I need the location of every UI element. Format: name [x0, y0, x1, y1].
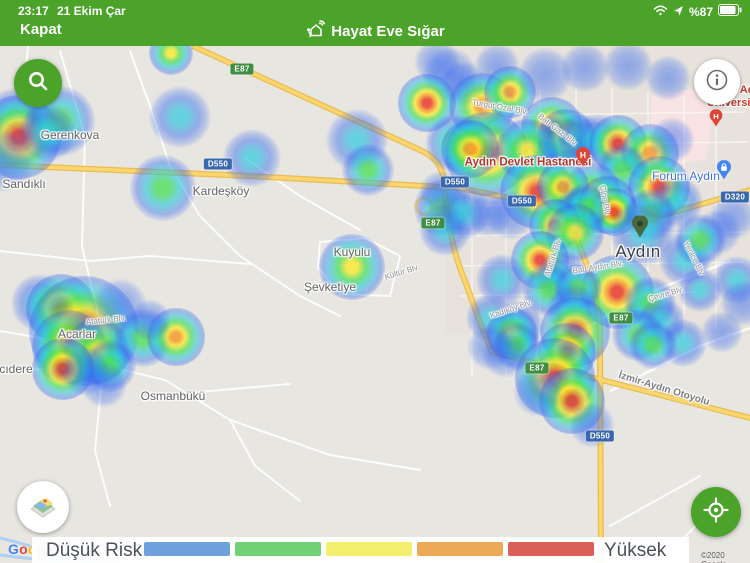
status-time: 23:17 [18, 4, 49, 18]
location-arrow-icon [673, 3, 684, 21]
map-layers-icon [27, 491, 59, 524]
legend-segment [326, 542, 412, 556]
battery-icon [718, 3, 742, 21]
app-screen: GerenkovaSandıklıKardeşköyKuyuluŞevketiy… [0, 0, 750, 563]
map-copyright: ©2020 Google [701, 551, 750, 563]
crosshair-icon [703, 497, 729, 528]
legend-segment [508, 542, 594, 556]
app-title: Hayat Eve Sığar [331, 23, 444, 40]
hes-logo-icon [305, 20, 325, 40]
legend-segment [417, 542, 503, 556]
info-icon [704, 67, 730, 98]
locate-button[interactable] [691, 487, 741, 537]
wifi-icon [653, 3, 668, 21]
app-title-bar: Hayat Eve Sığar [0, 20, 750, 40]
legend-segment [144, 542, 230, 556]
risk-legend: Düşük Risk Yüksek Risk [32, 537, 689, 563]
search-button[interactable] [14, 59, 62, 107]
map-type-button[interactable] [17, 481, 69, 533]
legend-high-label: Yüksek Risk [604, 540, 689, 563]
status-date: 21 Ekim Çar [57, 4, 126, 18]
legend-low-label: Düşük Risk [46, 540, 142, 562]
status-bar: 23:17 21 Ekim Çar %87 [0, 0, 750, 20]
info-button[interactable] [694, 59, 740, 105]
search-icon [26, 69, 50, 98]
map-base-layer [0, 0, 750, 563]
app-header: 23:17 21 Ekim Çar %87 [0, 0, 750, 46]
map-canvas[interactable]: GerenkovaSandıklıKardeşköyKuyuluŞevketiy… [0, 0, 750, 563]
legend-segment [235, 542, 321, 556]
battery-percent: %87 [689, 5, 713, 19]
